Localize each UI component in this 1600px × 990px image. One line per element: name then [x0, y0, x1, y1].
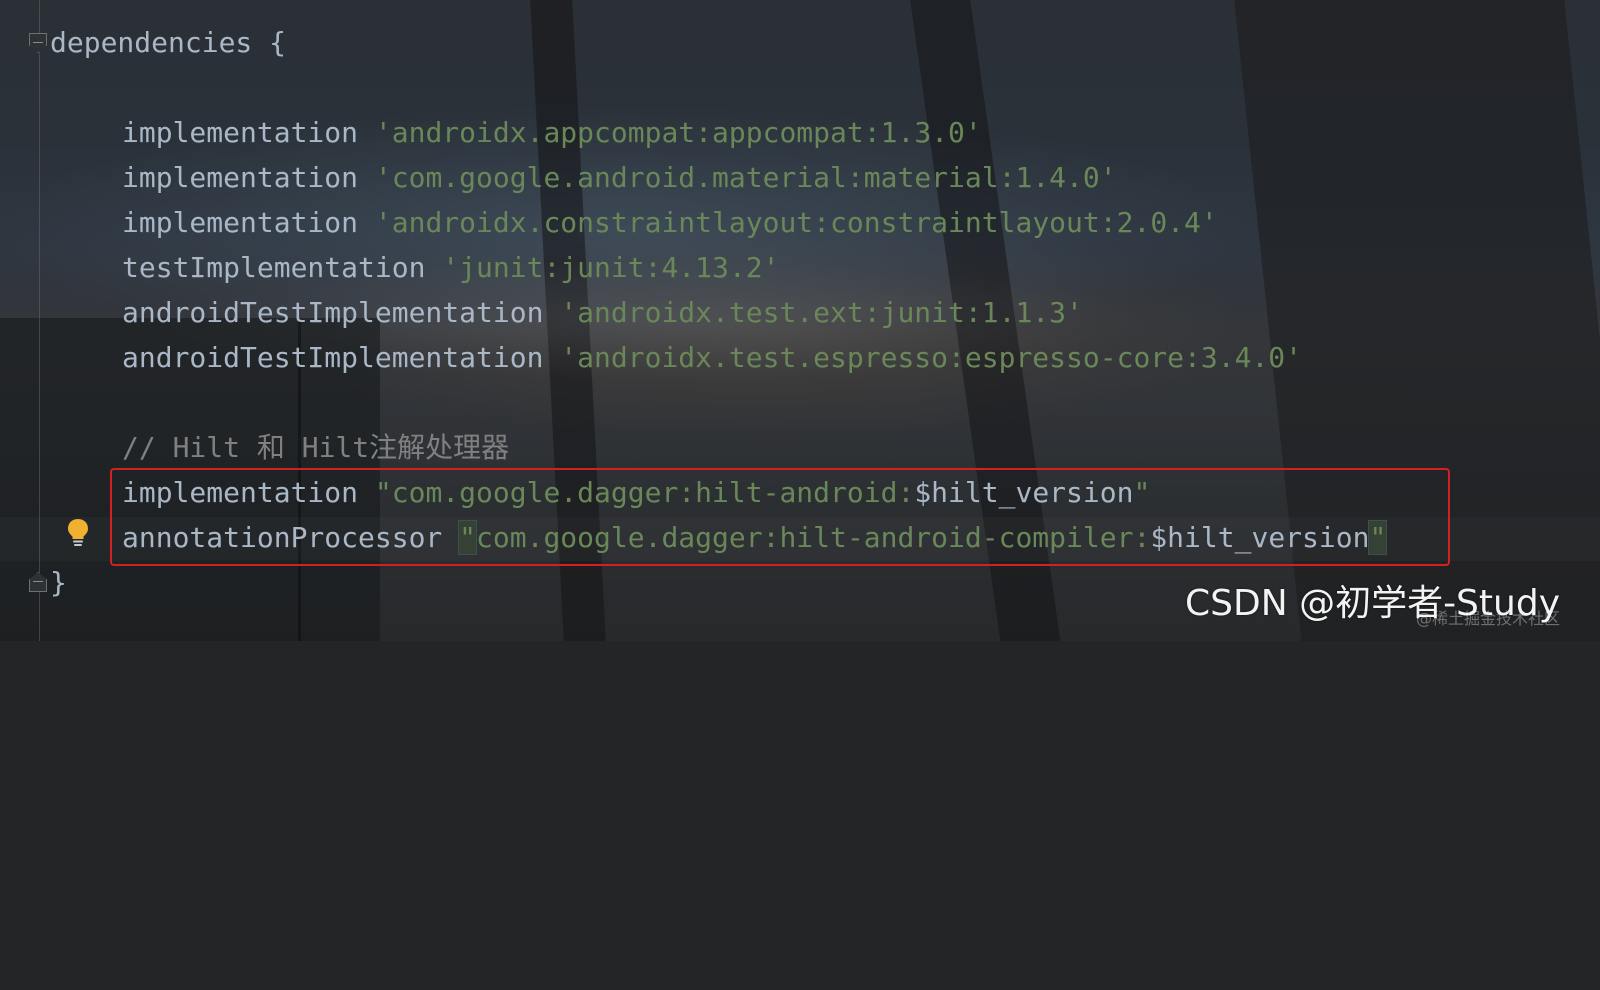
code-brace: } — [50, 566, 67, 599]
annotation-highlight-box — [110, 468, 1450, 566]
code-line-6[interactable]: androidTestImplementation 'androidx.test… — [122, 290, 1083, 335]
code-keyword: androidTestImplementation — [122, 296, 544, 329]
code-line-1[interactable]: dependencies { — [50, 20, 286, 65]
code-line-7[interactable]: androidTestImplementation 'androidx.test… — [122, 335, 1302, 380]
code-line-4[interactable]: implementation 'androidx.constraintlayou… — [122, 200, 1218, 245]
code-comment: // Hilt 和 Hilt注解处理器 — [122, 431, 510, 464]
code-string: 'androidx.constraintlayout:constraintlay… — [374, 206, 1218, 239]
code-string: 'com.google.android.material:material:1.… — [374, 161, 1117, 194]
watermark-subtext: @稀土掘金技术社区 — [1415, 609, 1560, 628]
code-keyword: androidTestImplementation — [122, 341, 544, 374]
code-keyword: implementation — [122, 161, 359, 194]
code-editor[interactable]: dependencies { implementation 'androidx.… — [0, 0, 1388, 990]
code-line-8-comment[interactable]: // Hilt 和 Hilt注解处理器 — [122, 425, 509, 470]
code-line-5[interactable]: testImplementation 'junit:junit:4.13.2' — [122, 245, 779, 290]
lightbulb-icon[interactable] — [66, 518, 90, 548]
code-keyword: testImplementation — [122, 251, 426, 284]
code-keyword: implementation — [122, 206, 359, 239]
code-string: 'junit:junit:4.13.2' — [442, 251, 780, 284]
gutter-divider — [39, 0, 40, 641]
code-line-11[interactable]: } — [50, 560, 67, 605]
code-line-2[interactable]: implementation 'androidx.appcompat:appco… — [122, 110, 982, 155]
code-keyword: dependencies — [50, 26, 253, 59]
code-string: 'androidx.test.ext:junit:1.1.3' — [560, 296, 1083, 329]
code-string: 'androidx.test.espresso:espresso-core:3.… — [560, 341, 1303, 374]
code-brace: { — [252, 26, 287, 59]
code-line-3[interactable]: implementation 'com.google.android.mater… — [122, 155, 1117, 200]
code-keyword: implementation — [122, 116, 359, 149]
code-string: 'androidx.appcompat:appcompat:1.3.0' — [374, 116, 982, 149]
